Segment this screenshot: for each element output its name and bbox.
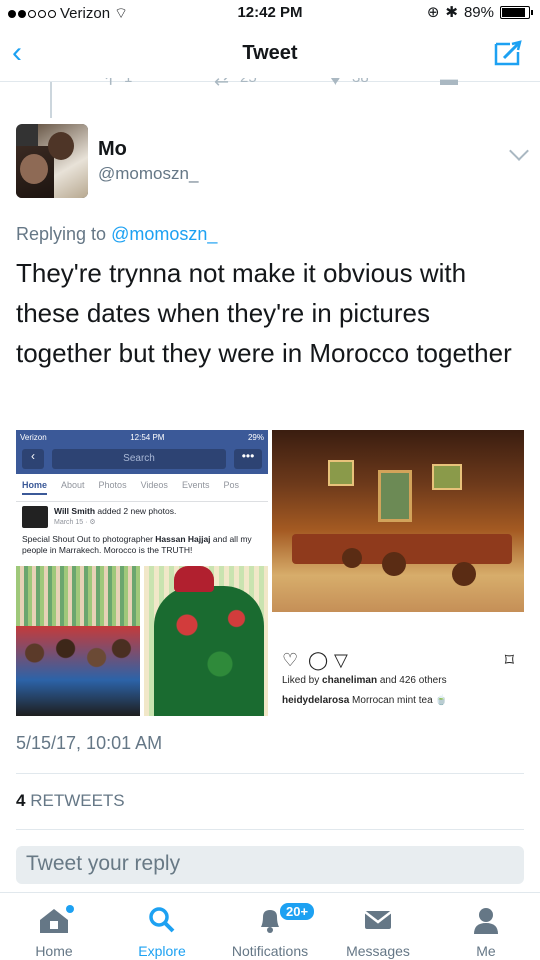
tab-label: Explore <box>138 943 186 959</box>
heart-icon: ♡ <box>282 650 299 670</box>
tab-label: Home <box>35 943 73 959</box>
tweet-media-instagram[interactable]: ♡ ◯ ▽ ⌑ Liked by chaneliman and 426 othe… <box>272 430 524 716</box>
fb-back-icon: ‹ <box>22 449 44 469</box>
retweet-icon[interactable]: ⇄ <box>214 78 229 90</box>
fb-search-bar: ‹ Search ••• <box>16 444 268 474</box>
fb-tab: Home <box>22 480 48 495</box>
orientation-lock-icon: ⊕ <box>426 4 440 21</box>
retweet-count: 25 <box>240 78 257 86</box>
fb-post-action: added 2 new photos. <box>97 506 177 516</box>
fb-tab: Photos <box>98 480 127 490</box>
like-count: 38 <box>352 78 369 86</box>
bluetooth-icon: ✱ <box>445 4 458 21</box>
avatar[interactable] <box>16 124 88 198</box>
replying-prefix: Replying to <box>16 224 107 244</box>
tab-messages[interactable]: Messages <box>324 905 432 959</box>
person-icon <box>474 908 498 934</box>
divider <box>16 773 524 774</box>
tweet-timestamp: 5/15/17, 10:01 AM <box>16 733 163 753</box>
fb-poster-name: Will Smith <box>54 506 96 516</box>
tweet-media-facebook[interactable]: Verizon 12:54 PM 29% ‹ Search ••• Home A… <box>16 430 268 716</box>
fb-group-photo <box>16 566 140 716</box>
tweet-text: They're trynna not make it obvious with … <box>16 258 512 368</box>
tab-label: Me <box>476 943 496 959</box>
divider <box>16 829 524 830</box>
search-icon <box>149 907 175 933</box>
tab-home[interactable]: Home <box>0 905 108 959</box>
tweet-author: Mo @momoszn_ <box>16 124 529 204</box>
tea-icon: 🍵 <box>435 695 448 706</box>
message-icon[interactable]: ▬ <box>440 78 458 90</box>
tab-label: Notifications <box>231 943 309 959</box>
fb-portrait-photo <box>144 566 268 716</box>
reply-icon[interactable]: ↰ <box>100 78 115 90</box>
fb-tab: Pos <box>223 480 239 490</box>
notifications-badge: 20+ <box>278 901 317 922</box>
fb-tabs: Home About Photos Videos Events Pos <box>16 474 268 502</box>
comment-icon: ◯ <box>308 650 329 670</box>
nav-bar: ‹ Tweet <box>0 26 540 82</box>
tab-bar: Home Explore 20+ Notifications Messages … <box>0 892 540 960</box>
tab-notifications[interactable]: 20+ Notifications <box>216 901 324 959</box>
send-icon: ▽ <box>334 650 348 670</box>
fb-post-text: Special Shout Out to photographer Hassan… <box>22 534 252 555</box>
new-content-dot <box>66 905 74 913</box>
fb-time: 12:54 PM <box>130 432 165 442</box>
retweet-stats[interactable]: 4 RETWEETS <box>16 791 125 811</box>
chevron-down-icon[interactable] <box>509 141 529 161</box>
compose-tweet-icon[interactable] <box>492 38 524 68</box>
reply-count: 1 <box>124 78 132 86</box>
tab-label: Messages <box>346 943 410 959</box>
thread-line <box>50 82 52 118</box>
ig-likes: Liked by chaneliman and 426 others <box>282 675 447 686</box>
fb-status-bar: Verizon 12:54 PM 29% <box>16 430 268 444</box>
fb-battery: 29% <box>247 432 264 442</box>
envelope-icon <box>364 911 392 929</box>
tab-me[interactable]: Me <box>432 905 540 959</box>
fb-tab: About <box>61 480 85 490</box>
fb-poster-avatar <box>22 506 48 528</box>
replying-handle-link[interactable]: @momoszn_ <box>111 224 217 244</box>
like-icon[interactable]: ♥ <box>330 78 341 90</box>
page-title: Tweet <box>242 42 298 64</box>
battery-icon <box>500 5 533 19</box>
status-bar: Verizon ⌔ 12:42 PM ⊕ ✱ 89% <box>0 0 540 26</box>
ig-room-photo <box>272 430 524 612</box>
fb-photos <box>16 566 268 716</box>
replying-to: Replying to @momoszn_ <box>16 224 217 245</box>
author-handle[interactable]: @momoszn_ <box>98 164 198 184</box>
fb-tab: Events <box>181 480 210 490</box>
bookmark-icon: ⌑ <box>504 650 514 670</box>
ig-caption: heidydelarosa Morrocan mint tea 🍵 <box>282 695 448 706</box>
battery-percent: 89% <box>463 3 494 21</box>
status-right: ⊕ ✱ 89% <box>426 3 533 21</box>
retweet-count: 4 <box>16 791 26 810</box>
fb-more-icon: ••• <box>234 449 262 469</box>
tab-explore[interactable]: Explore <box>108 905 216 959</box>
ig-actions: ♡ ◯ ▽ ⌑ <box>282 650 514 670</box>
parent-tweet-actions: ↰ 1 ⇄ 25 ♥ 38 ▬ <box>0 78 540 92</box>
fb-tab: Videos <box>140 480 168 490</box>
reply-input[interactable]: Tweet your reply <box>16 846 524 884</box>
fb-search-box: Search <box>52 449 226 469</box>
fb-carrier: Verizon <box>20 432 47 442</box>
fb-post: Will Smith added 2 new photos. March 15 … <box>16 502 268 560</box>
retweet-label: RETWEETS <box>30 791 125 810</box>
author-name[interactable]: Mo <box>98 138 127 161</box>
fb-post-date: March 15 · ⚙ <box>54 519 96 526</box>
